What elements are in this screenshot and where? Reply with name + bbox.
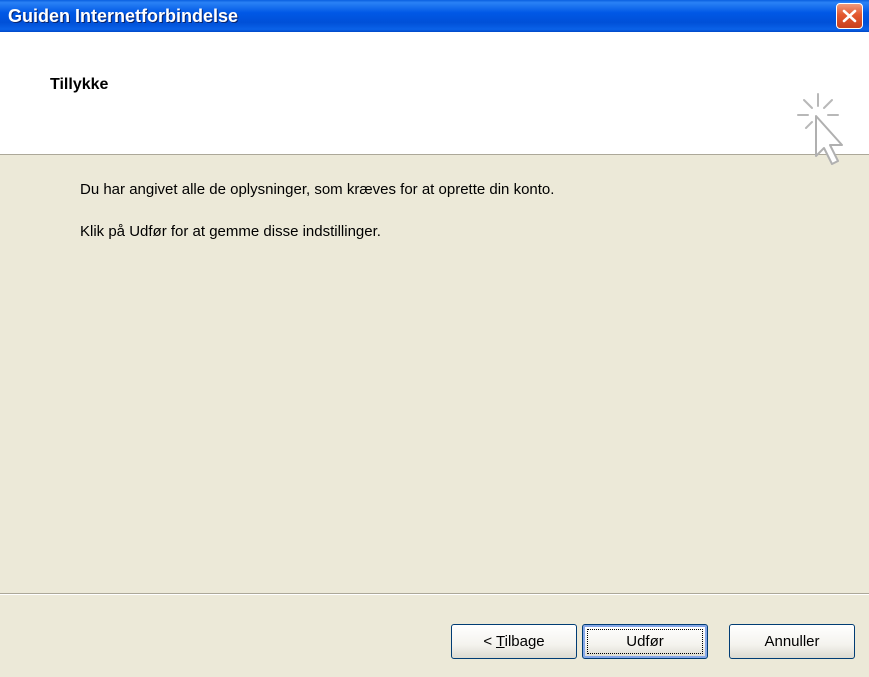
info-text-complete: Du har angivet alle de oplysninger, som … [80, 181, 555, 198]
page-title: Tillykke [50, 76, 109, 93]
back-button[interactable]: < Tilbage [451, 624, 577, 659]
back-mnemonic: T [496, 633, 505, 650]
back-prefix: < [483, 633, 496, 650]
footer-divider [0, 593, 869, 595]
info-text-instruction: Klik på Udfør for at gemme disse indstil… [80, 223, 381, 240]
wizard-header: Tillykke [0, 32, 869, 165]
window-title: Guiden Internetforbindelse [8, 6, 239, 26]
cancel-button[interactable]: Annuller [729, 624, 855, 659]
back-button-label: < Tilbage [483, 633, 544, 650]
finish-button-label: Udfør [626, 633, 664, 650]
wizard-content: Du har angivet alle de oplysninger, som … [0, 155, 869, 593]
finish-button[interactable]: Udfør [582, 624, 708, 659]
close-button[interactable] [836, 3, 863, 29]
close-icon [842, 9, 857, 23]
cancel-button-label: Annuller [764, 633, 820, 650]
back-label-rest: ilbage [504, 633, 545, 650]
title-bar: Guiden Internetforbindelse [0, 0, 869, 32]
